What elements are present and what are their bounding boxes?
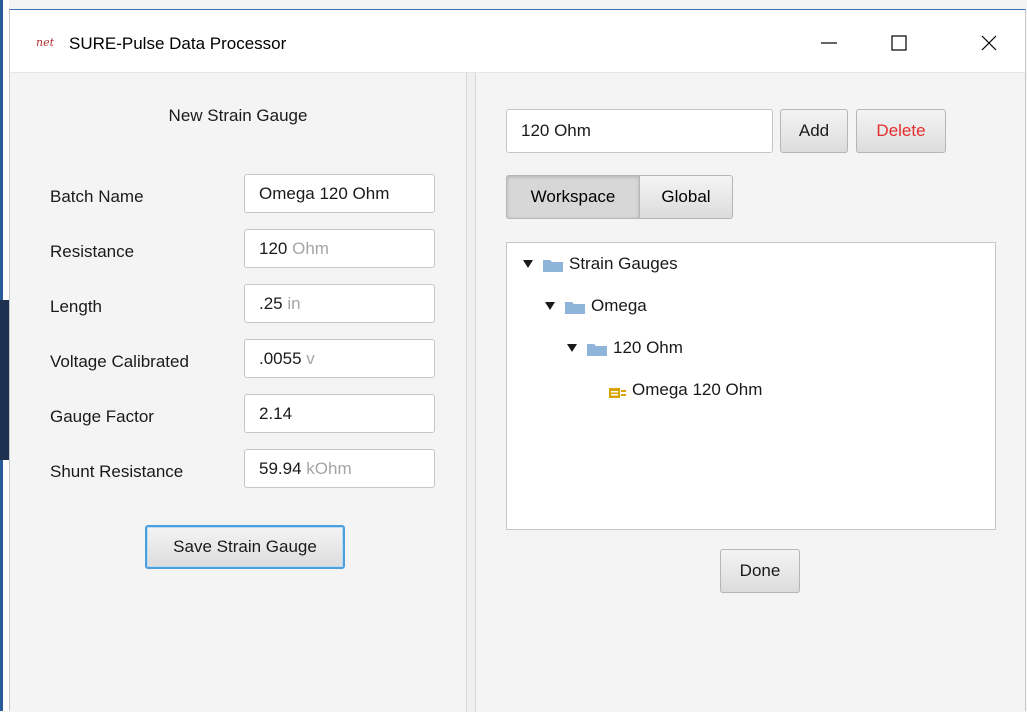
- background-window-strip: [0, 300, 9, 460]
- voltage-calibrated-value: .0055: [259, 349, 302, 368]
- folder-icon: [542, 257, 564, 272]
- close-icon: [981, 35, 997, 51]
- form-title: New Strain Gauge: [168, 106, 308, 125]
- tree-item-label: Omega: [591, 296, 647, 315]
- add-button[interactable]: Add: [780, 109, 848, 153]
- resistance-value: 120: [259, 239, 288, 258]
- tree-item-label: Omega 120 Ohm: [632, 380, 763, 399]
- window-title: SURE-Pulse Data Processor: [69, 34, 287, 53]
- tree-item-label: Strain Gauges: [569, 254, 678, 273]
- voltage-calibrated-label: Voltage Calibrated: [50, 352, 189, 371]
- triangle-down-icon[interactable]: [566, 342, 578, 354]
- shunt-resistance-unit: kOhm: [306, 459, 352, 478]
- batch-name-input[interactable]: Omega 120 Ohm: [244, 174, 435, 213]
- folder-icon: [564, 299, 586, 314]
- strain-gauge-browser: 120 Ohm Add Delete Workspace Global Stra…: [476, 73, 1025, 712]
- length-value: .25: [259, 294, 283, 313]
- maximize-icon: [891, 35, 907, 51]
- strain-gauge-form: New Strain Gauge Batch Name Omega 120 Oh…: [10, 73, 466, 712]
- minimize-button[interactable]: [806, 27, 852, 59]
- tree-item-120-ohm[interactable]: 120 Ohm: [566, 334, 683, 362]
- batch-name-label: Batch Name: [50, 187, 144, 206]
- background-window-edge: [0, 0, 9, 711]
- tree-item-omega-120-ohm[interactable]: Omega 120 Ohm: [609, 376, 762, 404]
- triangle-down-icon[interactable]: [544, 300, 556, 312]
- gauge-factor-input[interactable]: 2.14: [244, 394, 435, 433]
- tree-item-strain-gauges[interactable]: Strain Gauges: [522, 250, 678, 278]
- tab-workspace[interactable]: Workspace: [506, 175, 640, 219]
- title-bar[interactable]: net SURE-Pulse Data Processor: [10, 10, 1025, 73]
- tree-item-label: 120 Ohm: [613, 338, 683, 357]
- length-input[interactable]: .25 in: [244, 284, 435, 323]
- app-logo-icon: net: [36, 36, 55, 49]
- folder-icon: [586, 341, 608, 356]
- app-window: net SURE-Pulse Data Processor New Strain…: [9, 9, 1026, 712]
- folder-name-input[interactable]: 120 Ohm: [506, 109, 773, 153]
- done-button[interactable]: Done: [720, 549, 800, 593]
- batch-name-value: Omega 120 Ohm: [259, 184, 390, 203]
- tab-global[interactable]: Global: [639, 175, 733, 219]
- resistance-label: Resistance: [50, 242, 135, 261]
- shunt-resistance-value: 59.94: [259, 459, 302, 478]
- voltage-calibrated-unit: v: [306, 349, 315, 368]
- shunt-resistance-input[interactable]: 59.94 kOhm: [244, 449, 435, 488]
- length-unit: in: [287, 294, 301, 313]
- resistance-unit: Ohm: [292, 239, 329, 258]
- gauge-factor-value: 2.14: [259, 404, 293, 423]
- split-pane-divider[interactable]: [466, 73, 476, 712]
- strain-gauge-tree[interactable]: Strain Gauges Omega 120 Ohm Omega 120 Oh…: [506, 242, 996, 530]
- tree-item-omega[interactable]: Omega: [544, 292, 647, 320]
- shunt-resistance-label: Shunt Resistance: [50, 462, 184, 481]
- save-strain-gauge-button[interactable]: Save Strain Gauge: [145, 525, 345, 569]
- resistance-input[interactable]: 120 Ohm: [244, 229, 435, 268]
- delete-button[interactable]: Delete: [856, 109, 946, 153]
- gauge-factor-label: Gauge Factor: [50, 407, 154, 426]
- maximize-button[interactable]: [876, 27, 922, 59]
- triangle-down-icon[interactable]: [522, 258, 534, 270]
- length-label: Length: [50, 297, 102, 316]
- strain-gauge-icon: [609, 384, 627, 398]
- minimize-icon: [821, 42, 837, 44]
- voltage-calibrated-input[interactable]: .0055 v: [244, 339, 435, 378]
- close-button[interactable]: [966, 27, 1012, 59]
